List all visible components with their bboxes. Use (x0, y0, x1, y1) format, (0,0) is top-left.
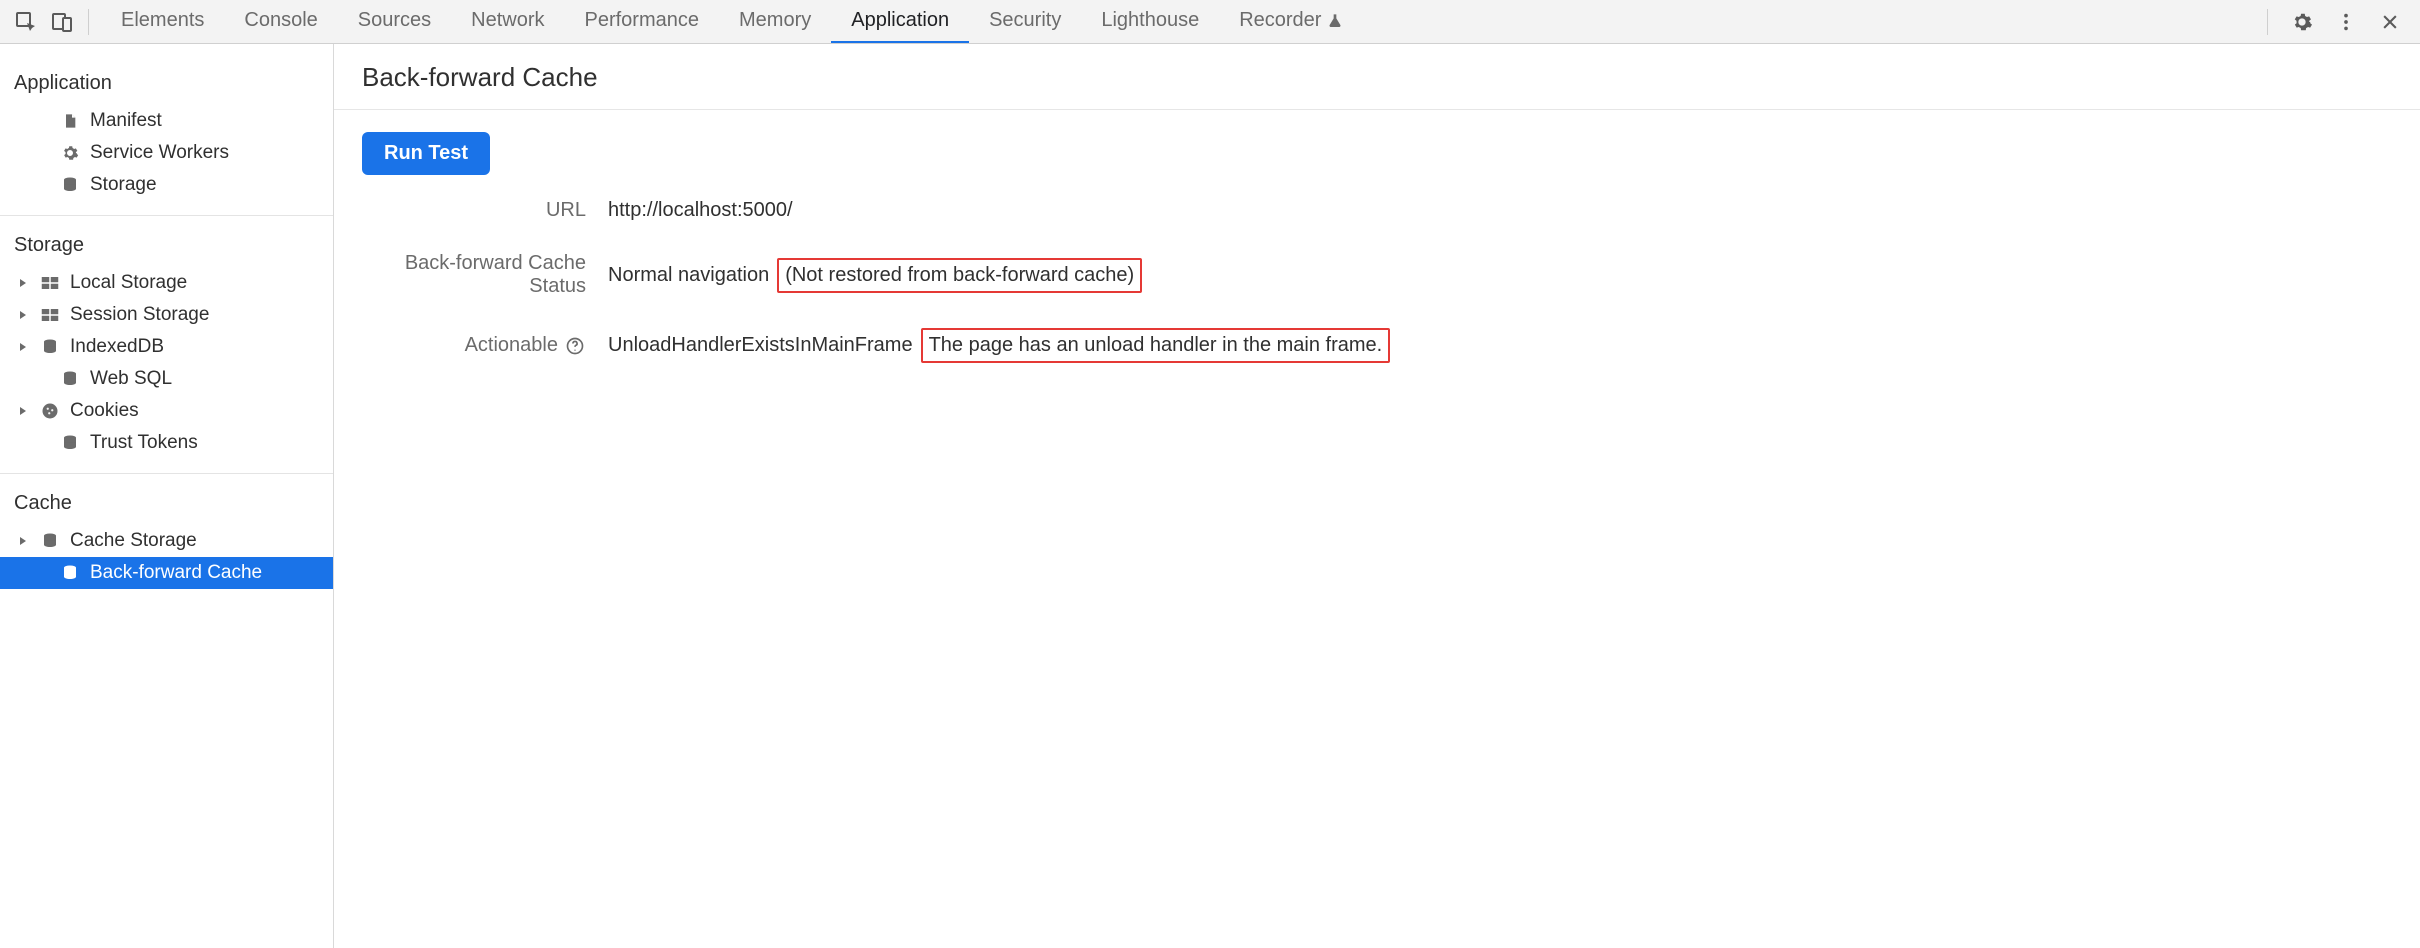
document-icon (60, 111, 80, 131)
sidebar-item-label: Manifest (90, 110, 162, 132)
toolbar-divider (2267, 9, 2268, 35)
actionable-reason: UnloadHandlerExistsInMainFrame (608, 334, 913, 357)
sidebar-item-label: Cache Storage (70, 530, 197, 552)
sidebar-item-label: Session Storage (70, 304, 209, 326)
storage-icon (60, 433, 80, 453)
divider (334, 109, 2420, 110)
storage-icon (60, 369, 80, 389)
label-url: URL (362, 199, 608, 222)
row-actionable: Actionable UnloadHandlerExistsInMainFram… (362, 328, 2392, 363)
application-sidebar: Application Manifest Service Workers (0, 44, 334, 948)
sidebar-section-application: Application Manifest Service Workers (0, 54, 333, 216)
tab-performance[interactable]: Performance (565, 0, 720, 43)
settings-button[interactable] (2284, 4, 2320, 40)
toolbar-right (2259, 4, 2412, 40)
sidebar-section-title: Application (0, 68, 333, 105)
sidebar-item-storage-overview[interactable]: Storage (0, 169, 333, 201)
value-actionable: UnloadHandlerExistsInMainFrame The page … (608, 328, 1390, 363)
sidebar-item-label: Trust Tokens (90, 432, 198, 454)
tab-network[interactable]: Network (451, 0, 564, 43)
label-actionable-text: Actionable (465, 334, 558, 357)
help-icon[interactable] (564, 335, 586, 357)
triangle-right-icon (18, 536, 30, 546)
table-icon (40, 305, 60, 325)
sidebar-item-label: Local Storage (70, 272, 187, 294)
sidebar-item-trust-tokens[interactable]: Trust Tokens (0, 427, 333, 459)
gear-icon (60, 143, 80, 163)
sidebar-section-title: Cache (0, 488, 333, 525)
sidebar-item-manifest[interactable]: Manifest (0, 105, 333, 137)
cookie-icon (40, 401, 60, 421)
tab-recorder[interactable]: Recorder (1219, 0, 1363, 43)
toolbar-divider (88, 9, 89, 35)
url-text: http://localhost:5000/ (608, 199, 793, 222)
triangle-right-icon (18, 406, 30, 416)
status-text: Normal navigation (608, 264, 769, 287)
devtools-toolbar: Elements Console Sources Network Perform… (0, 0, 2420, 44)
inspect-button[interactable] (8, 4, 44, 40)
sidebar-item-label: IndexedDB (70, 336, 164, 358)
triangle-right-icon (18, 342, 30, 352)
label-status: Back-forward Cache Status (362, 252, 608, 298)
sidebar-item-bfcache[interactable]: Back-forward Cache (0, 557, 333, 589)
sidebar-item-label: Cookies (70, 400, 139, 422)
storage-icon (40, 337, 60, 357)
triangle-right-icon (18, 278, 30, 288)
tab-elements[interactable]: Elements (101, 0, 224, 43)
sidebar-item-label: Storage (90, 174, 157, 196)
sidebar-item-label: Service Workers (90, 142, 229, 164)
storage-icon (60, 175, 80, 195)
run-test-button[interactable]: Run Test (362, 132, 490, 175)
row-status: Back-forward Cache Status Normal navigat… (362, 252, 2392, 298)
triangle-right-icon (18, 310, 30, 320)
inspect-icon (14, 10, 38, 34)
device-toggle-button[interactable] (44, 4, 80, 40)
sidebar-item-label: Back-forward Cache (90, 562, 262, 584)
bfcache-details: URL http://localhost:5000/ Back-forward … (362, 199, 2392, 363)
gear-icon (2291, 11, 2313, 33)
tab-console[interactable]: Console (224, 0, 337, 43)
tab-security[interactable]: Security (969, 0, 1081, 43)
sidebar-section-title: Storage (0, 230, 333, 267)
sidebar-item-cache-storage[interactable]: Cache Storage (0, 525, 333, 557)
flask-icon (1327, 13, 1343, 29)
table-icon (40, 273, 60, 293)
sidebar-item-cookies[interactable]: Cookies (0, 395, 333, 427)
sidebar-section-storage: Storage Local Storage Session Storage (0, 216, 333, 474)
more-menu-button[interactable] (2328, 4, 2364, 40)
more-vert-icon (2335, 11, 2357, 33)
sidebar-item-websql[interactable]: Web SQL (0, 363, 333, 395)
storage-icon (60, 563, 80, 583)
value-url: http://localhost:5000/ (608, 199, 793, 222)
sidebar-item-service-workers[interactable]: Service Workers (0, 137, 333, 169)
device-icon (50, 10, 74, 34)
tab-memory[interactable]: Memory (719, 0, 831, 43)
value-status: Normal navigation (Not restored from bac… (608, 258, 1142, 293)
bfcache-panel: Back-forward Cache Run Test URL http://l… (334, 44, 2420, 948)
sidebar-item-label: Web SQL (90, 368, 172, 390)
close-icon (2380, 12, 2400, 32)
panel-title: Back-forward Cache (362, 62, 2392, 109)
row-url: URL http://localhost:5000/ (362, 199, 2392, 222)
tab-sources[interactable]: Sources (338, 0, 451, 43)
tab-lighthouse[interactable]: Lighthouse (1081, 0, 1219, 43)
panel-tabstrip: Elements Console Sources Network Perform… (101, 0, 1363, 43)
sidebar-item-local-storage[interactable]: Local Storage (0, 267, 333, 299)
actionable-highlight: The page has an unload handler in the ma… (921, 328, 1391, 363)
main-split: Application Manifest Service Workers (0, 44, 2420, 948)
status-highlight: (Not restored from back-forward cache) (777, 258, 1142, 293)
sidebar-item-session-storage[interactable]: Session Storage (0, 299, 333, 331)
storage-icon (40, 531, 60, 551)
sidebar-section-cache: Cache Cache Storage Back-forward Cache (0, 474, 333, 603)
label-actionable: Actionable (362, 334, 608, 357)
sidebar-item-indexeddb[interactable]: IndexedDB (0, 331, 333, 363)
tab-application[interactable]: Application (831, 0, 969, 43)
close-devtools-button[interactable] (2372, 4, 2408, 40)
